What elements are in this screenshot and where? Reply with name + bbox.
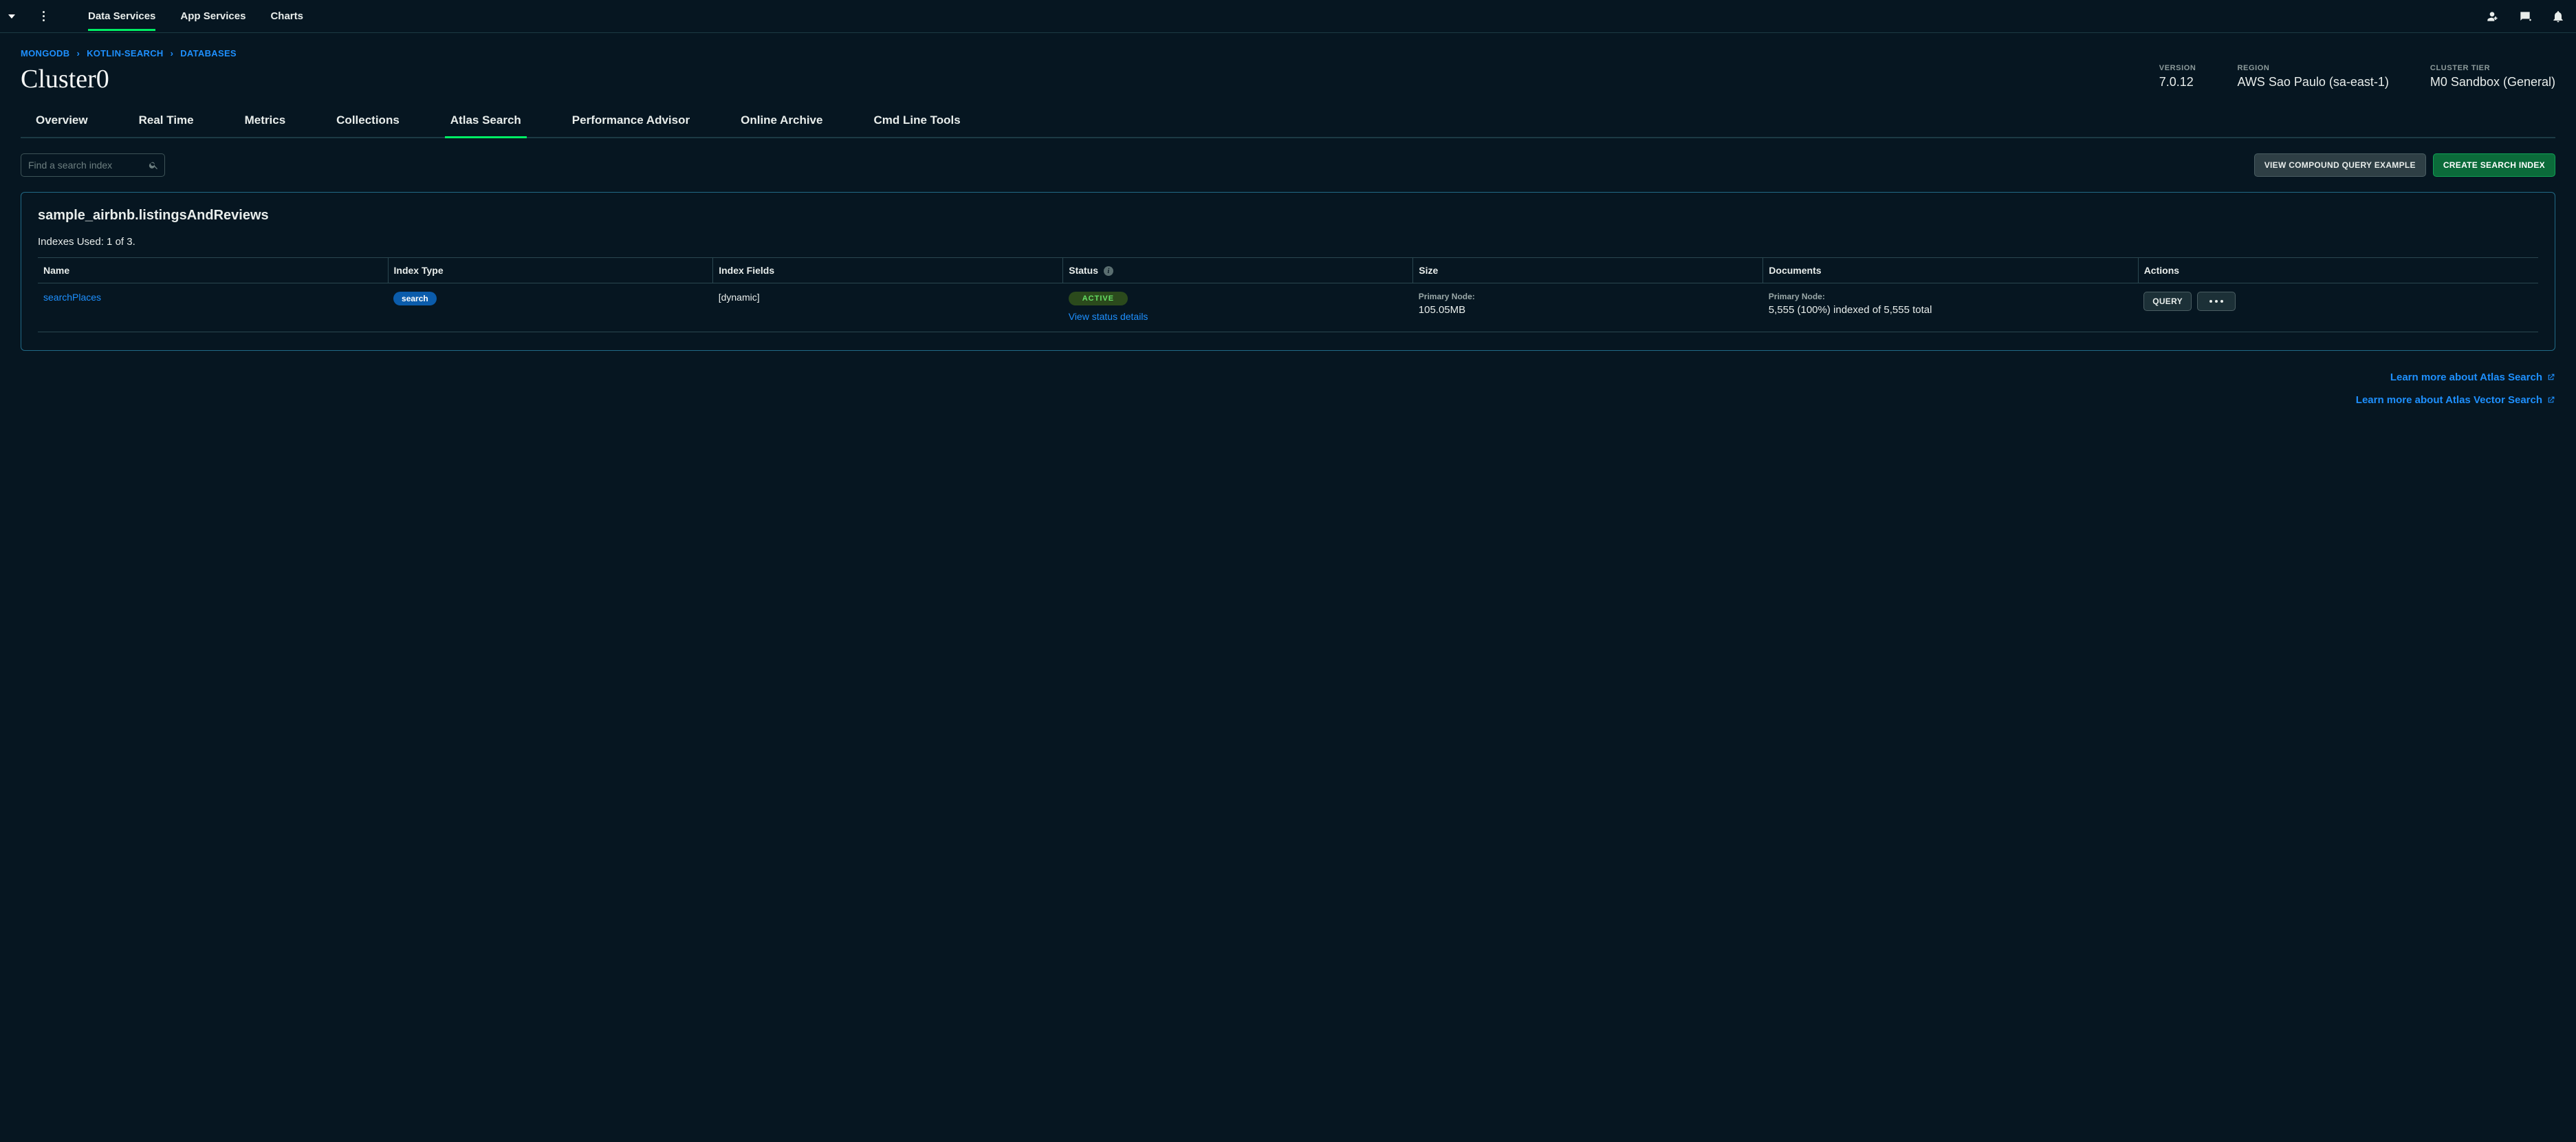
meta-region-value: AWS Sao Paulo (sa-east-1) [2237, 75, 2388, 89]
breadcrumb-sep: › [76, 48, 80, 58]
subtab-metrics[interactable]: Metrics [245, 114, 286, 137]
meta-version-label: VERSION [2159, 64, 2196, 72]
tab-app-services[interactable]: App Services [180, 2, 245, 30]
search-icon [149, 160, 159, 171]
view-status-details-link[interactable]: View status details [1069, 311, 1148, 322]
th-size: Size [1413, 258, 1763, 283]
org-dropdown-caret[interactable] [6, 14, 18, 19]
breadcrumb-sep: › [171, 48, 174, 58]
docs-label: Primary Node: [1769, 292, 2132, 301]
meta-version: VERSION 7.0.12 [2159, 64, 2196, 89]
top-nav: Data Services App Services Charts [0, 0, 2576, 33]
actions-row: VIEW COMPOUND QUERY EXAMPLE CREATE SEARC… [21, 153, 2555, 177]
row-more-button[interactable] [2197, 292, 2236, 311]
th-documents: Documents [1763, 258, 2138, 283]
index-fields-value: [dynamic] [719, 292, 760, 303]
meta-region: REGION AWS Sao Paulo (sa-east-1) [2237, 64, 2388, 89]
learn-atlas-vector-search-link[interactable]: Learn more about Atlas Vector Search [2356, 394, 2555, 406]
invite-user-icon[interactable] [2485, 10, 2499, 23]
info-icon[interactable]: i [1104, 266, 1113, 276]
th-actions: Actions [2138, 258, 2538, 283]
meta-tier-value: M0 Sandbox (General) [2430, 75, 2555, 89]
subtab-atlas-search[interactable]: Atlas Search [450, 114, 521, 137]
tab-charts[interactable]: Charts [270, 2, 303, 30]
index-table: Name Index Type Index Fields Status i Si… [38, 257, 2538, 332]
th-index-type: Index Type [388, 258, 713, 283]
external-link-icon [2546, 373, 2555, 382]
panel-title: sample_airbnb.listingsAndReviews [38, 208, 2538, 224]
subtab-online-archive[interactable]: Online Archive [741, 114, 822, 137]
size-value: 105.05MB [1419, 303, 1758, 319]
index-name-link[interactable]: searchPlaces [43, 292, 101, 303]
th-name: Name [38, 258, 388, 283]
subtab-realtime[interactable]: Real Time [139, 114, 194, 137]
query-button[interactable]: QUERY [2143, 292, 2192, 311]
docs-value: 5,555 (100%) indexed of 5,555 total [1769, 303, 2132, 319]
view-compound-query-button[interactable]: VIEW COMPOUND QUERY EXAMPLE [2254, 153, 2426, 177]
search-input-wrap [21, 153, 165, 177]
th-status: Status i [1063, 258, 1413, 283]
kebab-menu[interactable] [37, 10, 50, 23]
meta-region-label: REGION [2237, 64, 2388, 72]
support-icon[interactable] [2518, 10, 2532, 23]
size-label: Primary Node: [1419, 292, 1758, 301]
index-panel: sample_airbnb.listingsAndReviews Indexes… [21, 192, 2555, 351]
breadcrumb: MONGODB › KOTLIN-SEARCH › DATABASES [21, 48, 2555, 58]
subtab-cmd-line[interactable]: Cmd Line Tools [873, 114, 960, 137]
subtab-collections[interactable]: Collections [336, 114, 400, 137]
external-link-icon [2546, 396, 2555, 405]
page-body: MONGODB › KOTLIN-SEARCH › DATABASES Clus… [0, 33, 2576, 433]
bell-icon[interactable] [2551, 10, 2565, 23]
th-index-fields: Index Fields [713, 258, 1063, 283]
indexes-used: Indexes Used: 1 of 3. [38, 236, 2538, 248]
create-search-index-button[interactable]: CREATE SEARCH INDEX [2433, 153, 2555, 177]
meta-version-value: 7.0.12 [2159, 75, 2196, 89]
breadcrumb-databases[interactable]: DATABASES [180, 48, 237, 58]
search-index-input[interactable] [21, 153, 165, 177]
breadcrumb-mongodb[interactable]: MONGODB [21, 48, 69, 58]
subtab-perf-advisor[interactable]: Performance Advisor [572, 114, 690, 137]
top-nav-left: Data Services App Services Charts [0, 2, 303, 30]
table-row: searchPlaces search [dynamic] ACTIVE Vie… [38, 283, 2538, 332]
cluster-title: Cluster0 [21, 64, 109, 94]
learn-atlas-search-link[interactable]: Learn more about Atlas Search [2390, 371, 2555, 383]
cluster-subtabs: Overview Real Time Metrics Collections A… [21, 114, 2555, 138]
footer-links: Learn more about Atlas Search Learn more… [21, 371, 2555, 406]
meta-tier: CLUSTER TIER M0 Sandbox (General) [2430, 64, 2555, 89]
tab-data-services[interactable]: Data Services [88, 2, 155, 30]
cluster-meta: VERSION 7.0.12 REGION AWS Sao Paulo (sa-… [2159, 64, 2555, 89]
cluster-header: Cluster0 VERSION 7.0.12 REGION AWS Sao P… [21, 64, 2555, 94]
index-type-badge: search [393, 292, 437, 305]
status-badge: ACTIVE [1069, 292, 1128, 305]
subtab-overview[interactable]: Overview [36, 114, 88, 137]
top-nav-right [2485, 10, 2565, 23]
meta-tier-label: CLUSTER TIER [2430, 64, 2555, 72]
breadcrumb-project[interactable]: KOTLIN-SEARCH [87, 48, 164, 58]
top-nav-tabs: Data Services App Services Charts [88, 2, 303, 30]
row-actions: QUERY [2143, 292, 2533, 311]
caret-down-icon [8, 14, 15, 19]
